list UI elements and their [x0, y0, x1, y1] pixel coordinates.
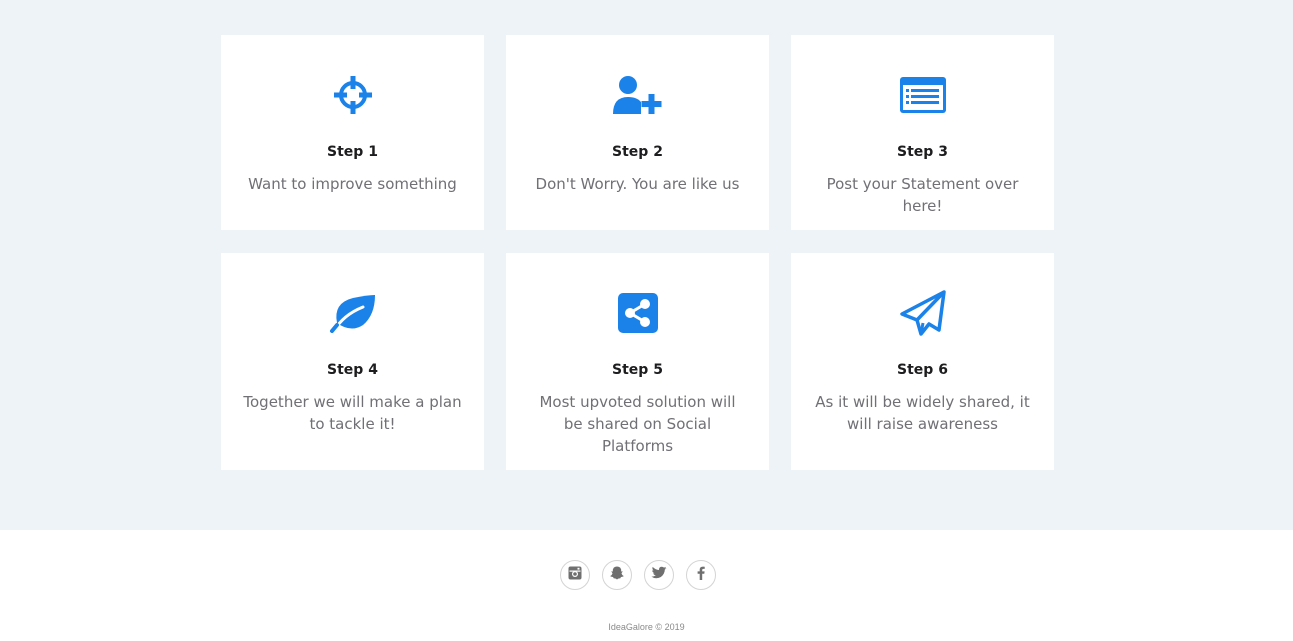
step-card-6: Step 6 As it will be widely shared, it w… — [791, 253, 1054, 470]
social-links — [560, 560, 716, 590]
step-description: Post your Statement over here! — [826, 175, 1019, 215]
paper-plane-icon — [895, 290, 951, 336]
step-title: Step 3 — [897, 144, 948, 160]
step-description: As it will be widely shared, it will rai… — [815, 393, 1030, 433]
instagram-icon — [568, 566, 582, 585]
list-window-icon — [895, 73, 951, 117]
step-card-4: Step 4 Together we will make a plan to t… — [221, 253, 484, 470]
step-card-1: Step 1 Want to improve something — [221, 35, 484, 230]
step-description: Together we will make a plan to tackle i… — [243, 393, 462, 433]
instagram-link[interactable] — [560, 560, 590, 590]
twitter-link[interactable] — [644, 560, 674, 590]
footer: IdeaGalore © 2019 — [0, 530, 1293, 641]
snapchat-link[interactable] — [602, 560, 632, 590]
step-card-3: Step 3 Post your Statement over here! — [791, 35, 1054, 230]
share-square-icon — [610, 291, 666, 335]
leaf-icon — [325, 291, 381, 335]
copyright-text: IdeaGalore © 2019 — [608, 622, 685, 632]
step-title: Step 4 — [327, 362, 378, 378]
step-card-5: Step 5 Most upvoted solution will be sha… — [506, 253, 769, 470]
facebook-link[interactable] — [686, 560, 716, 590]
steps-section: Step 1 Want to improve something Step 2 … — [0, 0, 1293, 530]
step-description: Want to improve something — [248, 175, 457, 193]
user-plus-icon — [610, 73, 666, 117]
step-title: Step 6 — [897, 362, 948, 378]
step-title: Step 1 — [327, 144, 378, 160]
crosshair-icon — [325, 73, 381, 117]
snapchat-icon — [609, 565, 625, 586]
step-card-2: Step 2 Don't Worry. You are like us — [506, 35, 769, 230]
step-title: Step 2 — [612, 144, 663, 160]
step-description: Don't Worry. You are like us — [535, 175, 740, 193]
step-title: Step 5 — [612, 362, 663, 378]
facebook-icon — [696, 566, 706, 585]
twitter-icon — [651, 566, 667, 585]
step-description: Most upvoted solution will be shared on … — [539, 393, 736, 455]
